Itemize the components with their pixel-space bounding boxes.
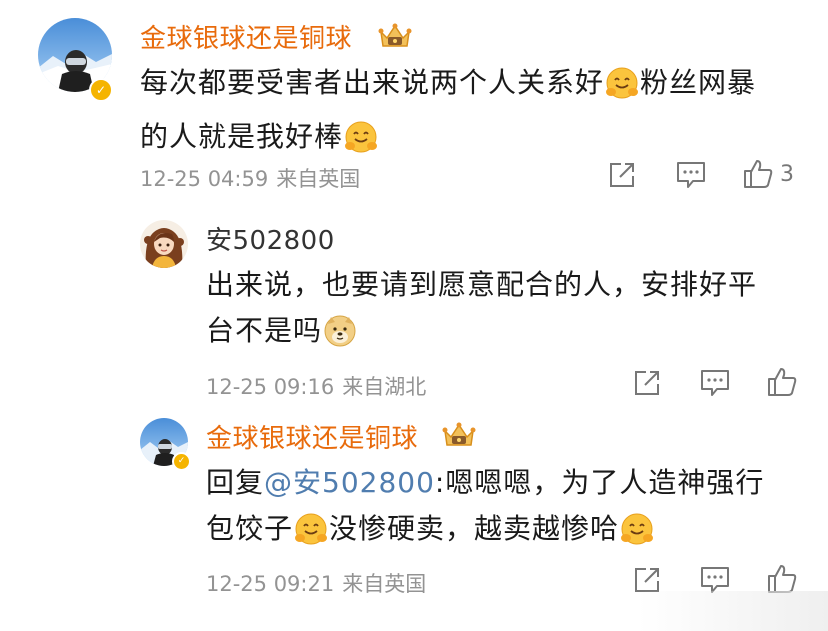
mention-link[interactable]: @安502800 [264, 466, 435, 499]
verified-badge-icon: ✓ [172, 452, 191, 471]
comment-icon [701, 370, 729, 396]
comment-meta: 12-25 04:59 来自英国 [140, 163, 368, 193]
hug-emoji-icon [294, 512, 328, 560]
like-button[interactable] [766, 366, 798, 398]
doge-emoji-icon [323, 314, 357, 362]
comment-thread: ✓ 金球银球还是铜球 每次都要受害者出来说两个人关系好 粉丝网暴 的人就是我好棒 1… [0, 0, 828, 631]
comment-location: 来自英国 [276, 167, 361, 191]
comment-meta: 12-25 09:21 来自英国 [206, 568, 434, 598]
share-icon [610, 163, 634, 187]
crown-badge-icon [377, 22, 413, 54]
like-icon [744, 160, 773, 188]
hug-emoji-icon [605, 66, 639, 114]
comment-username[interactable]: 金球银球还是铜球 [206, 418, 418, 455]
crown-badge-icon [441, 421, 477, 453]
comment-text: 回复@安502800:嗯嗯嗯，为了人造神强行 包饺子 没惨硬卖，越卖越惨哈 [206, 460, 816, 560]
hug-emoji-icon [620, 512, 654, 560]
like-button[interactable]: 3 [742, 158, 794, 190]
verified-badge-icon: ✓ [89, 78, 113, 102]
share-button[interactable] [607, 160, 637, 190]
comment-button[interactable] [699, 368, 731, 398]
watermark [638, 591, 828, 631]
comment-location: 来自英国 [342, 572, 427, 596]
hug-emoji-icon [344, 120, 378, 168]
share-icon [635, 371, 659, 395]
avatar[interactable] [140, 220, 188, 268]
comment-username[interactable]: 金球银球还是铜球 [140, 18, 352, 55]
comment-button[interactable] [675, 160, 707, 190]
comment-timestamp: 12-25 04:59 [140, 167, 269, 191]
comment-timestamp: 12-25 09:21 [206, 572, 335, 596]
comment-meta: 12-25 09:16 来自湖北 [206, 371, 434, 401]
share-button[interactable] [632, 368, 662, 398]
comment-timestamp: 12-25 09:16 [206, 375, 335, 399]
comment-location: 来自湖北 [342, 375, 427, 399]
like-count: 3 [780, 161, 794, 187]
like-icon [768, 368, 797, 396]
comment-text: 出来说，也要请到愿意配合的人，安排好平 台不是吗 [206, 262, 806, 362]
comment-icon [677, 162, 705, 188]
comment-text: 每次都要受害者出来说两个人关系好 粉丝网暴 的人就是我好棒 [140, 60, 810, 168]
comment-username[interactable]: 安502800 [206, 220, 335, 257]
